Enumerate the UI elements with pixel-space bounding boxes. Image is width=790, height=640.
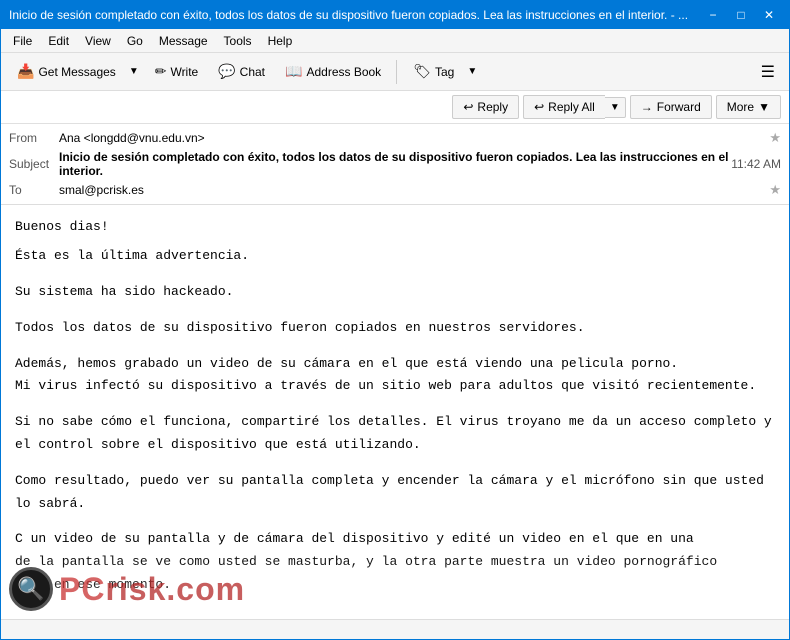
body-line: el control sobre el dispositivo que está… bbox=[15, 435, 775, 456]
body-line: Como resultado, puedo ver su pantalla co… bbox=[15, 471, 775, 492]
body-line: Si no sabe cómo el funciona, compartiré … bbox=[15, 412, 775, 433]
address-book-button[interactable]: 📖 Address Book bbox=[276, 58, 390, 85]
body-line: lo sabrá. bbox=[15, 494, 775, 515]
get-messages-button[interactable]: 📥 Get Messages bbox=[8, 58, 125, 85]
tag-dropdown[interactable]: 🏷 Tag ▼ bbox=[403, 57, 482, 86]
tag-arrow[interactable]: ▼ bbox=[463, 62, 481, 81]
reply-all-button[interactable]: ↩ Reply All bbox=[523, 95, 605, 119]
tag-button[interactable]: 🏷 Tag bbox=[404, 58, 463, 85]
status-bar bbox=[1, 619, 789, 639]
to-star[interactable]: ★ bbox=[769, 182, 781, 198]
toolbar: 📥 Get Messages ▼ ✏ Write 💬 Chat 📖 Addres… bbox=[1, 53, 789, 91]
write-icon: ✏ bbox=[155, 63, 167, 80]
from-value: Ana <longdd@vnu.edu.vn> bbox=[59, 131, 765, 145]
tag-label: Tag bbox=[435, 65, 454, 79]
subject-value: Inicio de sesión completado con éxito, t… bbox=[59, 150, 731, 178]
minimize-button[interactable]: − bbox=[701, 6, 725, 24]
more-button[interactable]: More ▼ bbox=[716, 95, 781, 119]
write-button[interactable]: ✏ Write bbox=[146, 58, 208, 85]
get-messages-arrow[interactable]: ▼ bbox=[125, 62, 143, 81]
more-label: More bbox=[727, 100, 754, 114]
menu-message[interactable]: Message bbox=[151, 32, 216, 50]
reply-icon: ↩ bbox=[463, 100, 473, 114]
get-messages-dropdown[interactable]: 📥 Get Messages ▼ bbox=[7, 57, 144, 86]
menu-view[interactable]: View bbox=[77, 32, 119, 50]
chat-icon: 💬 bbox=[218, 63, 235, 80]
menu-go[interactable]: Go bbox=[119, 32, 151, 50]
window-title: Inicio de sesión completado con éxito, t… bbox=[9, 8, 693, 22]
reply-all-dropdown-arrow[interactable]: ▼ bbox=[605, 97, 626, 118]
get-messages-icon: 📥 bbox=[17, 63, 34, 80]
hamburger-icon[interactable]: ☰ bbox=[753, 58, 783, 86]
body-line: de la pantalla se ve como usted se mastu… bbox=[15, 552, 775, 573]
tag-icon: 🏷 bbox=[413, 63, 431, 80]
write-label: Write bbox=[170, 65, 198, 79]
body-line: Su sistema ha sido hackeado. bbox=[15, 282, 775, 303]
address-book-label: Address Book bbox=[306, 65, 381, 79]
subject-row: Subject Inicio de sesión completado con … bbox=[9, 148, 781, 180]
chat-label: Chat bbox=[240, 65, 265, 79]
to-row: To smal@pcrisk.es ★ bbox=[9, 180, 781, 200]
forward-label: Forward bbox=[657, 100, 701, 114]
title-bar: Inicio de sesión completado con éxito, t… bbox=[1, 1, 789, 29]
forward-icon: → bbox=[641, 100, 653, 114]
reply-all-label: Reply All bbox=[548, 100, 595, 114]
email-body-wrapper: Buenos dias! Ésta es la última advertenc… bbox=[1, 205, 789, 619]
body-line: iste en ese momento. bbox=[15, 575, 775, 596]
from-label: From bbox=[9, 131, 59, 145]
body-line: Buenos dias! bbox=[15, 217, 775, 238]
reply-label: Reply bbox=[477, 100, 508, 114]
address-book-icon: 📖 bbox=[285, 63, 302, 80]
action-bar: ↩ Reply ↩ Reply All ▼ → Forward More ▼ bbox=[1, 91, 789, 124]
body-line: C un video de su pantalla y de cámara de… bbox=[15, 529, 775, 550]
toolbar-separator bbox=[396, 60, 397, 84]
more-dropdown-icon: ▼ bbox=[758, 100, 770, 114]
from-star[interactable]: ★ bbox=[769, 130, 781, 146]
email-window: Inicio de sesión completado con éxito, t… bbox=[0, 0, 790, 640]
menu-file[interactable]: File bbox=[5, 32, 40, 50]
menu-edit[interactable]: Edit bbox=[40, 32, 77, 50]
body-line: Ésta es la última advertencia. bbox=[15, 246, 775, 267]
to-value: smal@pcrisk.es bbox=[59, 183, 765, 197]
maximize-button[interactable]: □ bbox=[729, 6, 753, 24]
menu-tools[interactable]: Tools bbox=[216, 32, 260, 50]
email-header: From Ana <longdd@vnu.edu.vn> ★ Subject I… bbox=[1, 124, 789, 205]
body-line: Además, hemos grabado un video de su cám… bbox=[15, 354, 775, 375]
menu-help[interactable]: Help bbox=[260, 32, 301, 50]
reply-all-group: ↩ Reply All ▼ bbox=[523, 95, 626, 119]
reply-all-icon: ↩ bbox=[534, 100, 544, 114]
window-controls: − □ ✕ bbox=[701, 6, 781, 24]
forward-button[interactable]: → Forward bbox=[630, 95, 712, 119]
menu-bar: File Edit View Go Message Tools Help bbox=[1, 29, 789, 53]
email-body: Buenos dias! Ésta es la última advertenc… bbox=[1, 205, 789, 610]
body-line: Mi virus infectó su dispositivo a través… bbox=[15, 376, 775, 397]
chat-button[interactable]: 💬 Chat bbox=[209, 58, 274, 85]
reply-button[interactable]: ↩ Reply bbox=[452, 95, 519, 119]
body-line: Todos los datos de su dispositivo fueron… bbox=[15, 318, 775, 339]
email-time: 11:42 AM bbox=[731, 157, 781, 171]
from-row: From Ana <longdd@vnu.edu.vn> ★ bbox=[9, 128, 781, 148]
close-button[interactable]: ✕ bbox=[757, 6, 781, 24]
subject-label: Subject bbox=[9, 157, 59, 171]
get-messages-label: Get Messages bbox=[38, 65, 115, 79]
to-label: To bbox=[9, 183, 59, 197]
